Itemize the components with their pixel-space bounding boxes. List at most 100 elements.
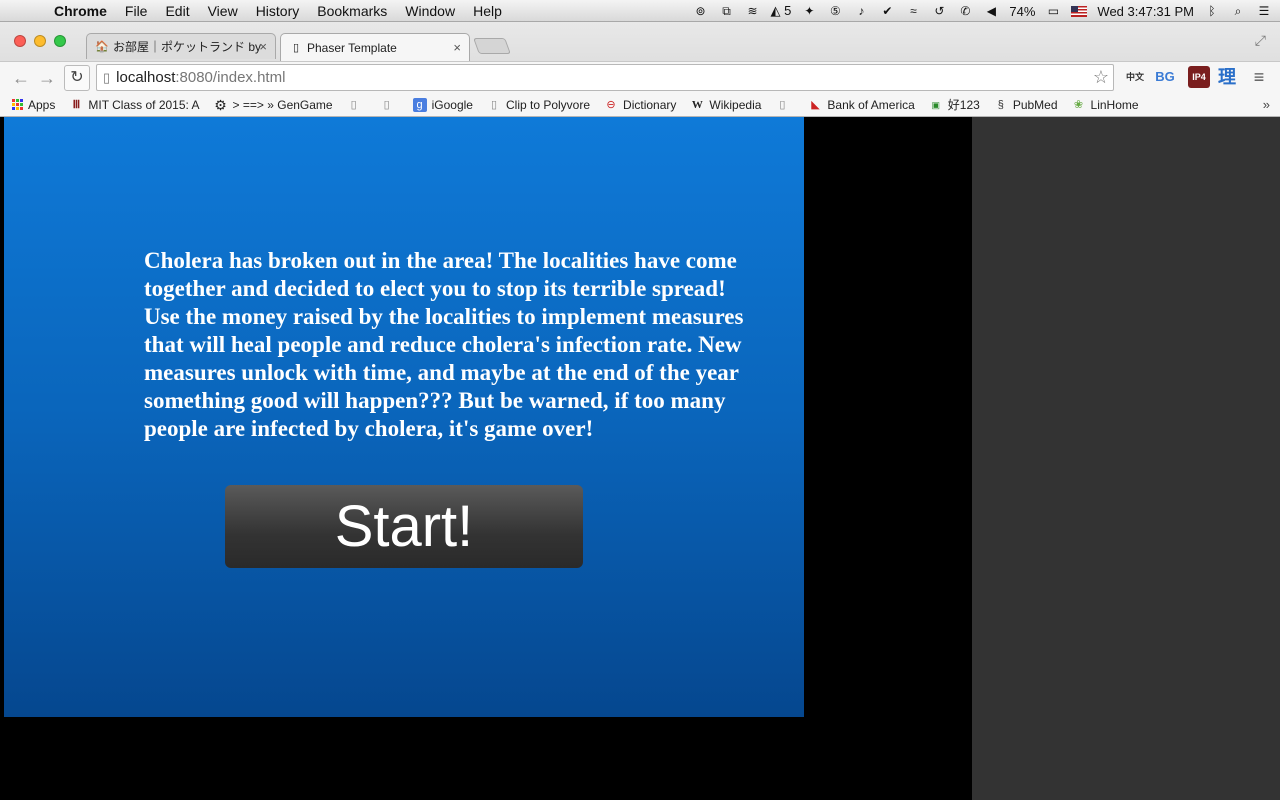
tab-close-icon[interactable]: × — [259, 39, 267, 54]
tab-pocketland[interactable]: 🏠 お部屋｜ポケットランド by × — [86, 33, 276, 59]
ip4-extension-icon[interactable]: IP4 — [1188, 66, 1210, 88]
google-icon: g — [412, 97, 427, 112]
bookmark-label: MIT Class of 2015: A — [88, 97, 200, 112]
forward-icon[interactable]: → — [36, 67, 58, 89]
dropbox-icon[interactable]: ✦ — [801, 4, 817, 18]
wifi-icon[interactable]: ≈ — [905, 4, 921, 18]
url-path: :8080/index.html — [175, 69, 286, 86]
bookmark-label: 好123 — [947, 98, 980, 112]
page-icon: ▯ — [779, 98, 786, 111]
back-icon[interactable]: ← — [10, 67, 32, 89]
zoom-window-button[interactable] — [54, 35, 66, 47]
start-button[interactable]: Start! — [225, 485, 583, 568]
bookmark-label: Clip to Polyvore — [505, 97, 591, 112]
layers-icon[interactable]: ≋ — [745, 4, 761, 18]
bookmark-bank-of-america[interactable]: ◣ Bank of America — [808, 97, 915, 112]
bookmarks-overflow-icon[interactable]: » — [1263, 97, 1270, 112]
menu-bookmarks[interactable]: Bookmarks — [317, 3, 387, 19]
five-icon[interactable]: ⑤ — [827, 4, 843, 18]
menu-edit[interactable]: Edit — [165, 3, 189, 19]
bookmark-label: Bank of America — [827, 97, 915, 112]
chinese-extension-icon[interactable]: 中文 — [1124, 66, 1146, 88]
bookmark-pubmed[interactable]: § PubMed — [994, 98, 1058, 112]
tab-close-icon[interactable]: × — [453, 40, 461, 55]
bookmark-page-1[interactable]: ▯ — [347, 98, 366, 112]
minimize-window-button[interactable] — [34, 35, 46, 47]
pubmed-icon: § — [997, 98, 1004, 111]
li-extension-icon[interactable]: 理 — [1216, 66, 1238, 88]
page-content: Cholera has broken out in the area! The … — [0, 117, 1280, 800]
bookmark-label: LinHome — [1090, 97, 1139, 112]
time-machine-icon[interactable]: ↺ — [931, 4, 947, 18]
bookmark-mit-class[interactable]: Ⅲ MIT Class of 2015: A — [69, 97, 200, 112]
page-info-icon[interactable]: ▯ — [103, 70, 110, 86]
us-flag-input-icon[interactable] — [1071, 5, 1088, 17]
bookmark-wikipedia[interactable]: W Wikipedia — [690, 97, 762, 112]
creative-cloud-icon[interactable]: ⊚ — [693, 4, 709, 18]
menu-help[interactable]: Help — [473, 3, 502, 19]
window-controls — [14, 35, 66, 47]
adobe-icon: ◭ — [770, 3, 781, 18]
notification-bell-icon[interactable]: ♪ — [853, 4, 869, 18]
browser-toolbar: ← → ↻ ▯ localhost:8080/index.html ☆ 中文 B… — [0, 61, 1280, 93]
chrome-window-frame: 🏠 お部屋｜ポケットランド by × ▯ Phaser Template × ⤢… — [0, 22, 1280, 117]
spotlight-search-icon[interactable]: ⌕ — [1230, 4, 1246, 18]
address-bar[interactable]: ▯ localhost:8080/index.html ☆ — [96, 64, 1114, 91]
window-manager-icon[interactable]: ⧉ — [719, 4, 735, 18]
app-menu-chrome[interactable]: Chrome — [54, 3, 107, 19]
bank-icon: ◣ — [811, 98, 820, 111]
bookmark-label: > ==> » GenGame — [232, 97, 333, 112]
bookmark-label: Apps — [28, 97, 56, 112]
new-tab-button[interactable] — [473, 38, 511, 54]
close-window-button[interactable] — [14, 35, 26, 47]
bookmark-dictionary[interactable]: ⊖ Dictionary — [604, 98, 676, 112]
bookmark-linhome[interactable]: ❀ LinHome — [1072, 98, 1139, 112]
menu-window[interactable]: Window — [405, 3, 455, 19]
menu-view[interactable]: View — [208, 3, 238, 19]
bookmark-hao123[interactable]: ▣ 好123 — [929, 96, 980, 113]
bookmark-page-2[interactable]: ▯ — [380, 98, 399, 112]
phone-icon[interactable]: ✆ — [957, 4, 973, 18]
bg-extension-icon[interactable]: BG — [1154, 66, 1176, 88]
gear-icon: ⚙ — [214, 96, 227, 113]
menu-bar-status-area: ⊚ ⧉ ≋ ◭ 5 ✦ ⑤ ♪ ✔ ≈ ↺ ✆ ◀ 74% ▭ Wed 3:47… — [693, 0, 1272, 22]
battery-percent[interactable]: 74% — [1009, 4, 1035, 19]
menu-history[interactable]: History — [256, 3, 300, 19]
adobe-count: 5 — [784, 3, 792, 18]
macos-menu-bar: Chrome File Edit View History Bookmarks … — [0, 0, 1280, 22]
reload-icon[interactable]: ↻ — [64, 65, 90, 91]
evernote-icon[interactable]: ✔ — [879, 4, 895, 18]
url-host: localhost — [116, 69, 176, 86]
tab-phaser-template[interactable]: ▯ Phaser Template × — [280, 33, 470, 61]
bookmark-star-icon[interactable]: ☆ — [1093, 67, 1109, 88]
chrome-menu-icon[interactable]: ≡ — [1248, 66, 1270, 88]
bookmarks-bar: Apps Ⅲ MIT Class of 2015: A ⚙ > ==> » Ge… — [0, 93, 1280, 117]
bookmark-igoogle[interactable]: g iGoogle — [412, 97, 473, 112]
page-favicon-icon: ▯ — [292, 41, 300, 54]
side-panel — [972, 117, 1280, 800]
linhome-icon: ❀ — [1073, 98, 1084, 111]
bookmark-gengame[interactable]: ⚙ > ==> » GenGame — [214, 96, 333, 113]
bookmark-polyvore[interactable]: ▯ Clip to Polyvore — [487, 98, 590, 112]
battery-icon[interactable]: ▭ — [1045, 4, 1061, 18]
pocketland-favicon-icon: 🏠 — [95, 40, 109, 53]
bookmark-label: Wikipedia — [709, 97, 762, 112]
page-icon: ▯ — [383, 98, 390, 111]
volume-icon[interactable]: ◀ — [983, 4, 999, 18]
bookmark-label: Dictionary — [623, 97, 677, 112]
game-intro-text: Cholera has broken out in the area! The … — [144, 248, 744, 441]
adobe-status[interactable]: ◭ 5 — [771, 3, 792, 19]
bluetooth-icon[interactable]: ᛒ — [1204, 4, 1220, 18]
phaser-game-canvas[interactable]: Cholera has broken out in the area! The … — [4, 117, 804, 717]
menu-file[interactable]: File — [125, 3, 148, 19]
dictionary-icon: ⊖ — [606, 98, 616, 111]
mit-icon: Ⅲ — [72, 98, 81, 111]
bookmark-label: iGoogle — [431, 97, 473, 112]
notification-center-icon[interactable]: ☰ — [1256, 4, 1272, 18]
fullscreen-icon[interactable]: ⤢ — [1255, 32, 1266, 49]
tab-title: お部屋｜ポケットランド by — [113, 40, 262, 54]
menu-bar-clock[interactable]: Wed 3:47:31 PM — [1097, 4, 1194, 19]
wikipedia-icon: W — [691, 98, 703, 111]
bookmark-page-3[interactable]: ▯ — [775, 98, 794, 112]
bookmark-apps[interactable]: Apps — [12, 98, 55, 112]
